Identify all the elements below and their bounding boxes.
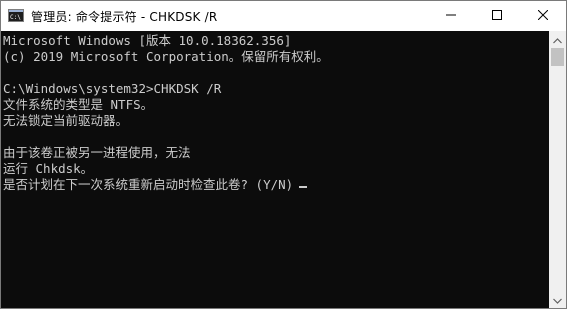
- scroll-down-arrow-icon: [553, 291, 562, 309]
- scroll-up-arrow-icon: [553, 31, 562, 49]
- console-output[interactable]: Microsoft Windows [版本 10.0.18362.356] (c…: [1, 31, 549, 308]
- minimize-icon: [446, 7, 456, 25]
- prompt-question: 是否计划在下一次系统重新启动时检查此卷? (Y/N): [3, 177, 294, 192]
- minimize-button[interactable]: [428, 1, 474, 31]
- console-line-prompt: 是否计划在下一次系统重新启动时检查此卷? (Y/N): [3, 177, 308, 193]
- svg-text:C:\: C:\: [10, 14, 21, 21]
- scroll-thumb[interactable]: [551, 48, 564, 66]
- close-button[interactable]: [520, 1, 566, 31]
- console-line-copyright: (c) 2019 Microsoft Corporation。保留所有权利。: [3, 49, 329, 64]
- maximize-button[interactable]: [474, 1, 520, 31]
- console-line-command: C:\Windows\system32>CHKDSK /R: [3, 81, 222, 96]
- console-window: C:\ 管理员: 命令提示符 - CHKDSK /R Microsoft Win…: [0, 0, 567, 309]
- scroll-down-button[interactable]: [549, 291, 566, 308]
- cmd-icon[interactable]: C:\: [8, 9, 24, 22]
- scroll-up-button[interactable]: [549, 31, 566, 48]
- close-icon: [537, 7, 549, 25]
- window-title: 管理员: 命令提示符 - CHKDSK /R: [31, 10, 218, 24]
- title-bar[interactable]: C:\ 管理员: 命令提示符 - CHKDSK /R: [1, 1, 566, 31]
- console-line-lock-error: 无法锁定当前驱动器。: [3, 113, 129, 128]
- text-cursor: [299, 186, 308, 188]
- console-line-filesystem: 文件系统的类型是 NTFS。: [3, 97, 154, 112]
- console-line-in-use: 由于该卷正被另一进程使用，无法: [3, 145, 191, 160]
- console-line-run-chkdsk: 运行 Chkdsk。: [3, 161, 94, 176]
- maximize-icon: [492, 7, 502, 25]
- vertical-scrollbar[interactable]: [549, 31, 566, 308]
- console-line-version: Microsoft Windows [版本 10.0.18362.356]: [3, 33, 292, 48]
